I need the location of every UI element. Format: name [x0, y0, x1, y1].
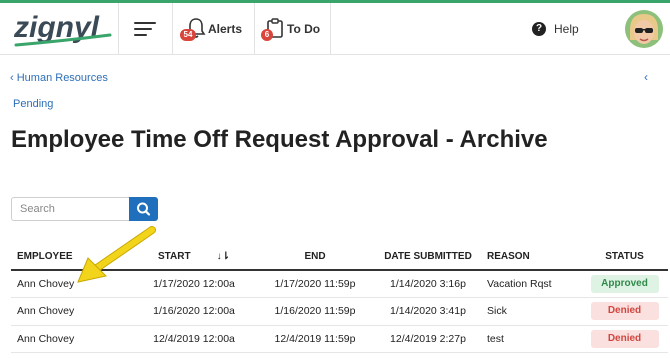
end-cell: 1/17/2020 11:59p — [255, 270, 375, 298]
chevron-left-icon: ‹ — [10, 72, 17, 84]
help-label: Help — [554, 22, 579, 36]
user-avatar[interactable] — [625, 10, 663, 48]
breadcrumb-current-link[interactable]: Pending — [13, 98, 53, 110]
search-input[interactable] — [11, 197, 129, 221]
todo-count-badge: 6 — [261, 29, 273, 41]
hamburger-icon-bar — [134, 28, 152, 30]
hamburger-icon — [134, 22, 156, 24]
hamburger-menu-button[interactable] — [120, 3, 172, 55]
collapse-panel-chevron-left-icon[interactable]: ‹ — [644, 70, 648, 84]
end-cell: 1/16/2020 11:59p — [255, 297, 375, 326]
zignyl-logo[interactable]: zignyl — [12, 9, 116, 51]
column-header-end[interactable]: END — [255, 243, 375, 271]
breadcrumb-parent-link[interactable]: ‹ Human Resources — [10, 72, 108, 84]
start-cell: 12/4/2019 12:00a — [133, 325, 255, 353]
help-icon: ? — [532, 22, 546, 36]
column-header-date-submitted[interactable]: DATE SUBMITTED — [375, 243, 481, 271]
page-title-bold: Archive — [459, 126, 548, 153]
page-title: Employee Time Off Request Approval - Arc… — [11, 126, 548, 154]
date-submitted-cell: 12/4/2019 2:27p — [375, 325, 481, 353]
breadcrumb-parent-label: Human Resources — [16, 72, 108, 84]
alerts-label: Alerts — [208, 22, 243, 36]
employee-cell: Ann Chovey — [11, 325, 133, 353]
employee-cell: Ann Chovey — [11, 297, 133, 326]
date-submitted-cell: 1/14/2020 3:16p — [375, 270, 481, 298]
avatar-image — [625, 10, 663, 48]
column-header-reason[interactable]: REASON — [481, 243, 581, 271]
table-row[interactable]: Ann Chovey 12/4/2019 12:00a 12/4/2019 11… — [11, 325, 668, 353]
column-header-start-label: START — [158, 250, 191, 262]
search-icon — [137, 202, 151, 216]
todo-label: To Do — [287, 22, 321, 36]
help-button[interactable]: ? Help — [532, 3, 612, 55]
status-badge: Denied — [590, 302, 659, 321]
header-divider — [330, 3, 331, 55]
reason-cell: test — [481, 325, 581, 353]
alerts-count-badge: 54 — [180, 29, 196, 41]
end-cell: 12/4/2019 11:59p — [255, 325, 375, 353]
page-title-main: Employee Time Off Request Approval - — [11, 126, 460, 153]
status-cell: Approved — [581, 270, 668, 298]
hamburger-icon-bar — [134, 34, 147, 36]
todo-button[interactable]: 6 To Do — [254, 3, 330, 55]
annotation-arrow-icon — [77, 226, 156, 283]
status-cell: Denied — [581, 297, 668, 326]
start-cell: 1/16/2020 12:00a — [133, 297, 255, 326]
header-divider — [118, 3, 119, 55]
status-cell: Denied — [581, 325, 668, 353]
sort-icon: ↓⇂ — [216, 250, 230, 262]
top-header: zignyl 54 Alerts 6 To Do ? Help — [0, 3, 670, 55]
column-header-status[interactable]: STATUS — [581, 243, 668, 271]
status-badge: Approved — [590, 275, 659, 293]
table-row[interactable]: Ann Chovey 1/16/2020 12:00a 1/16/2020 11… — [11, 297, 668, 326]
reason-cell: Vacation Rqst — [481, 270, 581, 298]
search-button[interactable] — [129, 197, 158, 221]
reason-cell: Sick — [481, 297, 581, 326]
alerts-button[interactable]: 54 Alerts — [172, 3, 254, 55]
date-submitted-cell: 1/14/2020 3:41p — [375, 297, 481, 326]
status-badge: Denied — [590, 329, 659, 348]
